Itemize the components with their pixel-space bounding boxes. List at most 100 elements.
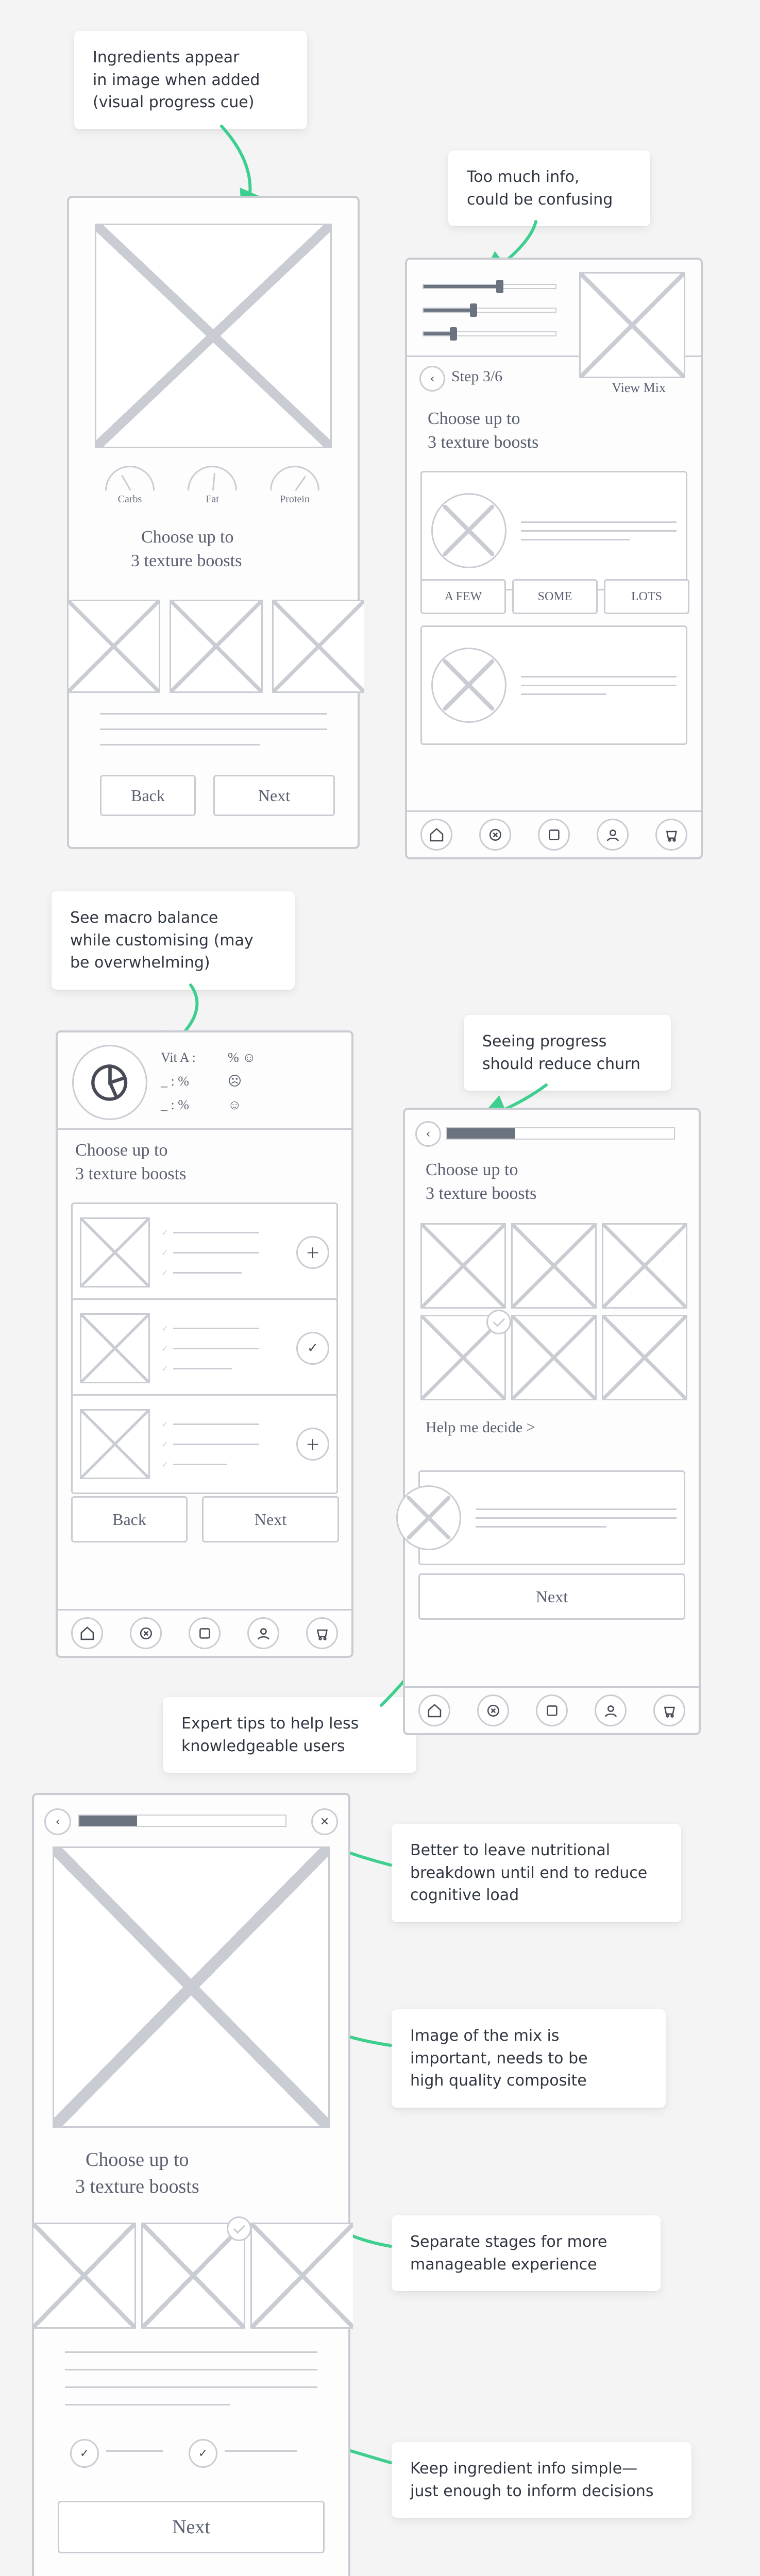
pie-chart bbox=[72, 1045, 147, 1120]
explore-icon[interactable] bbox=[477, 1694, 509, 1726]
thumb-3[interactable] bbox=[272, 600, 364, 693]
option-card-1[interactable] bbox=[420, 471, 687, 590]
back-chevron-icon[interactable]: ‹ bbox=[44, 1808, 71, 1835]
close-icon[interactable]: ✕ bbox=[311, 1808, 338, 1835]
mix-preview[interactable] bbox=[579, 272, 685, 378]
thumb-3[interactable] bbox=[250, 2223, 353, 2329]
mix-icon[interactable] bbox=[536, 1694, 568, 1726]
next-button[interactable]: Next bbox=[58, 2501, 325, 2553]
home-icon[interactable] bbox=[418, 1694, 450, 1726]
gauge-protein: Protein bbox=[270, 466, 319, 505]
instruction-line2: 3 texture boosts bbox=[426, 1184, 536, 1204]
check-1-label bbox=[106, 2450, 163, 2452]
note-simple-info: Keep ingredient info simple— just enough… bbox=[392, 2442, 691, 2518]
instruction-line1: Choose up to bbox=[428, 409, 520, 429]
thumb-2-selected-icon bbox=[227, 2216, 251, 2241]
instruction-line2: 3 texture boosts bbox=[75, 1164, 186, 1184]
thumb-1[interactable] bbox=[67, 600, 160, 693]
qty-few[interactable]: A FEW bbox=[420, 579, 506, 614]
next-button[interactable]: Next bbox=[202, 1496, 339, 1543]
wireframe-canvas: Ingredients appear in image when added (… bbox=[0, 0, 760, 2576]
text-line bbox=[65, 2369, 317, 2370]
next-button[interactable]: Next bbox=[418, 1573, 685, 1620]
mix-icon[interactable] bbox=[189, 1617, 221, 1649]
slider-1[interactable] bbox=[423, 281, 556, 292]
progress-bar bbox=[446, 1127, 675, 1140]
instruction-line1: Choose up to bbox=[141, 528, 233, 547]
cart-icon[interactable] bbox=[655, 819, 687, 851]
slider-2[interactable] bbox=[423, 305, 556, 315]
account-icon[interactable] bbox=[595, 1694, 627, 1726]
row-card-1[interactable]: ✓ ✓ ✓ ＋ bbox=[71, 1202, 338, 1302]
qty-lots[interactable]: LOTS bbox=[604, 579, 689, 614]
gauge-carbs: Carbs bbox=[105, 466, 155, 505]
note-progress-churn: Seeing progress should reduce churn bbox=[464, 1015, 671, 1091]
help-me-decide-link[interactable]: Help me decide > bbox=[426, 1419, 535, 1436]
tab-bar bbox=[58, 1609, 351, 1656]
slider-3[interactable] bbox=[423, 329, 556, 339]
instruction-line1: Choose up to bbox=[426, 1160, 518, 1180]
thumb-2[interactable] bbox=[170, 600, 263, 693]
qty-some[interactable]: SOME bbox=[512, 579, 598, 614]
back-chevron-icon[interactable]: ‹ bbox=[419, 366, 445, 392]
grid-item-5[interactable] bbox=[511, 1315, 597, 1400]
thumb-2[interactable] bbox=[141, 2223, 245, 2329]
row-card-2[interactable]: ✓ ✓ ✓ ✓ bbox=[71, 1298, 338, 1398]
row-card-3[interactable]: ✓ ✓ ✓ ＋ bbox=[71, 1394, 338, 1494]
option-2-image bbox=[431, 648, 506, 723]
cart-icon[interactable] bbox=[306, 1617, 338, 1649]
note-too-much-info: Too much info, could be confusing bbox=[448, 150, 650, 226]
view-mix-label[interactable]: View Mix bbox=[612, 380, 666, 396]
gauge-fat: Fat bbox=[188, 466, 237, 505]
wireframe-4: ‹ Choose up to 3 texture boosts Help me … bbox=[403, 1108, 701, 1735]
selected-icon[interactable]: ✓ bbox=[296, 1332, 329, 1365]
back-button[interactable]: Back bbox=[100, 775, 196, 816]
hint-image bbox=[396, 1485, 461, 1550]
instruction-line1: Choose up to bbox=[86, 2148, 189, 2171]
mix-icon[interactable] bbox=[538, 819, 570, 851]
row3-image bbox=[80, 1409, 150, 1479]
text-line bbox=[100, 713, 327, 715]
wireframe-2: View Mix ‹ Step 3/6 Choose up to 3 textu… bbox=[405, 258, 703, 859]
grid-item-3[interactable] bbox=[602, 1223, 687, 1309]
check-2-label bbox=[225, 2450, 297, 2452]
grid-item-1[interactable] bbox=[420, 1223, 506, 1309]
cart-icon[interactable] bbox=[653, 1694, 685, 1726]
row2-image bbox=[80, 1313, 150, 1383]
stat-vit: Vit A : bbox=[161, 1050, 196, 1065]
thumb-1[interactable] bbox=[32, 2223, 136, 2329]
grid-item-6[interactable] bbox=[602, 1315, 687, 1400]
home-icon[interactable] bbox=[71, 1617, 103, 1649]
text-line bbox=[65, 2404, 230, 2405]
tab-bar bbox=[407, 810, 701, 857]
note-image-quality: Image of the mix is important, needs to … bbox=[392, 2009, 666, 2108]
explore-icon[interactable] bbox=[479, 819, 511, 851]
note-expert-tips: Expert tips to help less knowledgeable u… bbox=[163, 1697, 416, 1773]
text-line bbox=[100, 744, 260, 745]
grid-item-2[interactable] bbox=[511, 1223, 597, 1309]
progress-bar bbox=[78, 1815, 286, 1827]
back-button[interactable]: Back bbox=[71, 1496, 188, 1543]
check-2-icon: ✓ bbox=[189, 2439, 217, 2468]
instruction-line2: 3 texture boosts bbox=[428, 433, 538, 452]
account-icon[interactable] bbox=[247, 1617, 279, 1649]
add-icon[interactable]: ＋ bbox=[296, 1428, 329, 1461]
text-line bbox=[65, 2386, 317, 2388]
next-button[interactable]: Next bbox=[213, 775, 335, 816]
back-chevron-icon[interactable]: ‹ bbox=[415, 1121, 441, 1147]
instruction-line2: 3 texture boosts bbox=[131, 551, 242, 571]
option-card-2[interactable] bbox=[420, 625, 687, 745]
note-nutrition-end: Better to leave nutritional breakdown un… bbox=[392, 1824, 681, 1922]
tab-bar bbox=[405, 1686, 699, 1733]
step-indicator: Step 3/6 bbox=[451, 368, 502, 385]
hero-image-placeholder bbox=[95, 224, 332, 448]
home-icon[interactable] bbox=[420, 819, 452, 851]
explore-icon[interactable] bbox=[130, 1617, 162, 1649]
text-line bbox=[65, 2351, 317, 2353]
wireframe-5: ‹ ✕ Choose up to 3 texture boosts ✓ ✓ Ne… bbox=[32, 1793, 350, 2576]
divider bbox=[58, 1128, 351, 1130]
option-1-image bbox=[431, 493, 506, 568]
account-icon[interactable] bbox=[597, 819, 629, 851]
grid-item-4-selected-icon bbox=[486, 1310, 511, 1334]
add-icon[interactable]: ＋ bbox=[296, 1236, 329, 1269]
